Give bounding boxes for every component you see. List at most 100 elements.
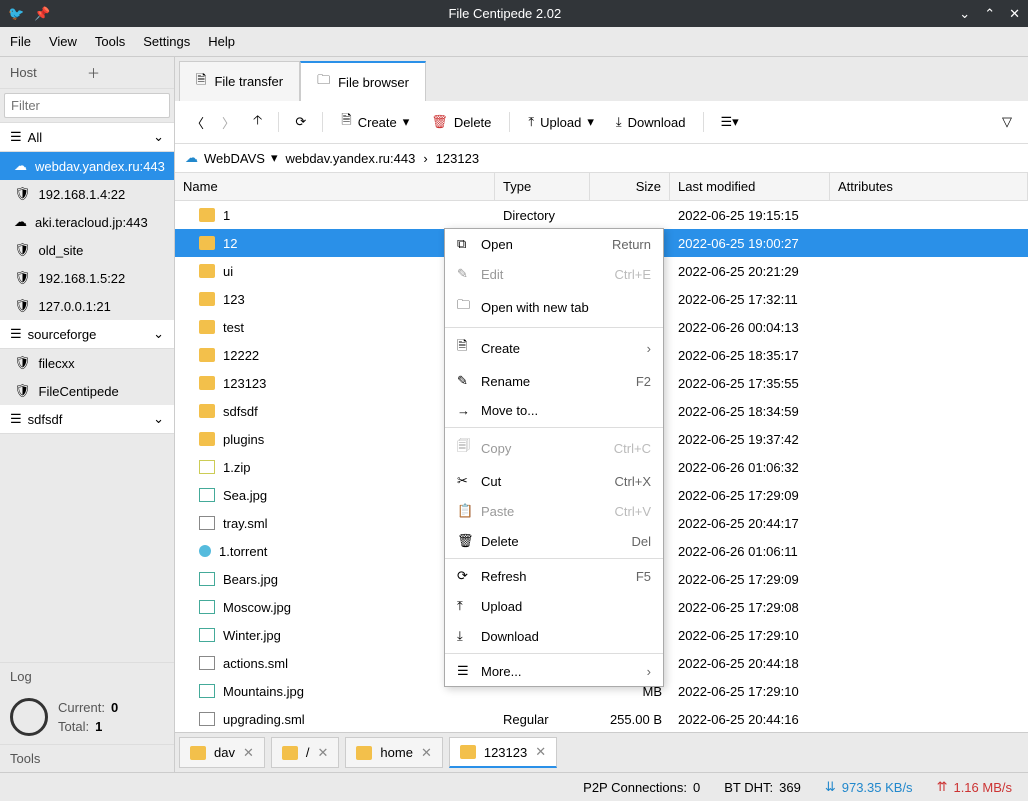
menu-tools[interactable]: Tools [95, 34, 125, 49]
close-icon[interactable]: ✕ [1009, 6, 1020, 22]
menu-move-to-[interactable]: →Move to... [445, 396, 663, 425]
pin-icon[interactable]: 📌 [34, 6, 50, 22]
sidebar: Host ＋ ☰All⌄☁webdav.yandex.ru:443🛡192.16… [0, 57, 175, 772]
host-group[interactable]: ☰sdfsdf⌄ [0, 405, 174, 434]
back-button[interactable]: 〈 [185, 109, 210, 136]
column-modified[interactable]: Last modified [670, 173, 830, 200]
maximize-icon[interactable]: ⌃ [984, 6, 995, 22]
menu-paste: 📋PasteCtrl+V [445, 496, 663, 526]
copy-icon: 🗐 [457, 437, 471, 459]
menu-open-with-new-tab[interactable]: 🗀Open with new tab [445, 289, 663, 325]
menu-upload[interactable]: ⤒Upload [445, 591, 663, 621]
log-section[interactable]: Log [0, 662, 174, 690]
upload-icon: ⤒ [457, 598, 471, 614]
host-item[interactable]: 🛡FileCentipede [0, 377, 174, 405]
folder-icon [199, 404, 215, 418]
table-row[interactable]: 1Directory2022-06-25 19:15:15 [175, 201, 1028, 229]
down-arrow-icon: ⇊ [825, 779, 836, 795]
table-row[interactable]: upgrading.smlRegular255.00 B2022-06-25 2… [175, 705, 1028, 732]
delete-button[interactable]: 🗑Delete [423, 110, 499, 134]
download-button[interactable]: ⤓Download [608, 110, 694, 134]
column-name[interactable]: Name [175, 173, 495, 200]
menu-copy: 🗐CopyCtrl+C [445, 430, 663, 466]
menu-icon: ☰ [10, 411, 22, 427]
menu-view[interactable]: View [49, 34, 77, 49]
column-size[interactable]: Size [590, 173, 670, 200]
tools-section[interactable]: Tools [0, 744, 174, 772]
menu-download[interactable]: ⤓Download [445, 621, 663, 651]
menu-help[interactable]: Help [208, 34, 235, 49]
open-icon: ⧉ [457, 236, 471, 252]
up-button[interactable]: 🡡 [247, 107, 268, 137]
path-tab[interactable]: /✕ [271, 737, 340, 768]
close-icon[interactable]: ✕ [243, 745, 254, 761]
host-item[interactable]: 🛡old_site [0, 236, 174, 264]
menu-refresh[interactable]: ⟳RefreshF5 [445, 561, 663, 591]
menubar: File View Tools Settings Help [0, 27, 1028, 57]
filter-button[interactable]: ▽ [996, 110, 1018, 134]
host-item[interactable]: ☁aki.teracloud.jp:443 [0, 208, 174, 236]
upload-icon: ⤒ [528, 114, 534, 130]
file-icon: 🗎 [196, 71, 206, 93]
path-tab[interactable]: home✕ [345, 737, 442, 768]
img-icon [199, 628, 215, 642]
add-host-icon[interactable]: ＋ [87, 63, 164, 82]
menu-cut[interactable]: ✂CutCtrl+X [445, 466, 663, 496]
upload-speed: ⇈1.16 MB/s [937, 779, 1012, 795]
path-tab[interactable]: dav✕ [179, 737, 265, 768]
refresh-button[interactable]: ⟳ [289, 110, 312, 134]
window-title: File Centipede 2.02 [50, 6, 959, 21]
titlebar: 🐦 📌 File Centipede 2.02 ⌄ ⌃ ✕ [0, 0, 1028, 27]
tab-file-transfer[interactable]: 🗎 File transfer [179, 61, 300, 101]
context-menu: ⧉OpenReturn✎EditCtrl+E🗀Open with new tab… [444, 228, 664, 687]
folder-icon [199, 348, 215, 362]
host-item[interactable]: 🛡filecxx [0, 349, 174, 377]
menu-delete[interactable]: 🗑DeleteDel [445, 526, 663, 556]
upload-button[interactable]: ⤒Upload▾ [520, 110, 601, 134]
edit-icon: ✎ [457, 266, 471, 282]
menu-create[interactable]: 🗎Create› [445, 330, 663, 366]
column-type[interactable]: Type [495, 173, 590, 200]
breadcrumb-protocol[interactable]: ☁WebDAVS▾ [185, 150, 277, 166]
breadcrumb-host[interactable]: webdav.yandex.ru:443 [285, 151, 415, 166]
column-attributes[interactable]: Attributes [830, 173, 1028, 200]
trash-icon: 🗑 [431, 114, 448, 130]
menu-icon: ☰ [10, 326, 22, 342]
delete-icon: 🗑 [457, 533, 471, 549]
create-button[interactable]: 🗎Create▾ [333, 107, 417, 137]
host-item[interactable]: 🛡192.168.1.5:22 [0, 264, 174, 292]
move-icon: → [457, 403, 471, 418]
menu-settings[interactable]: Settings [143, 34, 190, 49]
zip-icon [199, 460, 215, 474]
host-item[interactable]: 🛡192.168.1.4:22 [0, 180, 174, 208]
host-group[interactable]: ☰All⌄ [0, 123, 174, 152]
host-group[interactable]: ☰sourceforge⌄ [0, 320, 174, 349]
shield-icon: 🛡 [14, 355, 31, 371]
menu-open[interactable]: ⧉OpenReturn [445, 229, 663, 259]
menu-more-[interactable]: ☰More...› [445, 656, 663, 686]
folder-icon [199, 236, 215, 250]
menu-rename[interactable]: ✎RenameF2 [445, 366, 663, 396]
close-icon[interactable]: ✕ [318, 745, 329, 761]
host-item[interactable]: ☁webdav.yandex.ru:443 [0, 152, 174, 180]
close-icon[interactable]: ✕ [535, 744, 546, 760]
host-item[interactable]: 🛡127.0.0.1:21 [0, 292, 174, 320]
minimize-icon[interactable]: ⌄ [959, 6, 970, 22]
shield-icon: 🛡 [14, 298, 31, 314]
path-tab[interactable]: 123123✕ [449, 737, 557, 768]
breadcrumb-path[interactable]: 123123 [436, 151, 479, 166]
forward-button[interactable]: 〉 [216, 109, 241, 136]
breadcrumb: ☁WebDAVS▾ webdav.yandex.ru:443 › 123123 [175, 144, 1028, 173]
tab-file-browser[interactable]: 🗀 File browser [300, 61, 426, 101]
create-icon: 🗎 [457, 337, 471, 359]
folder-icon [282, 746, 298, 760]
shield-icon: 🛡 [14, 383, 31, 399]
view-options-button[interactable]: ☰▾ [714, 110, 744, 134]
filter-input[interactable] [4, 93, 170, 118]
chevron-down-icon: ⌄ [153, 129, 164, 145]
menu-file[interactable]: File [10, 34, 31, 49]
img-icon [199, 600, 215, 614]
refresh-icon: ⟳ [457, 568, 471, 584]
img-icon [199, 488, 215, 502]
close-icon[interactable]: ✕ [421, 745, 432, 761]
